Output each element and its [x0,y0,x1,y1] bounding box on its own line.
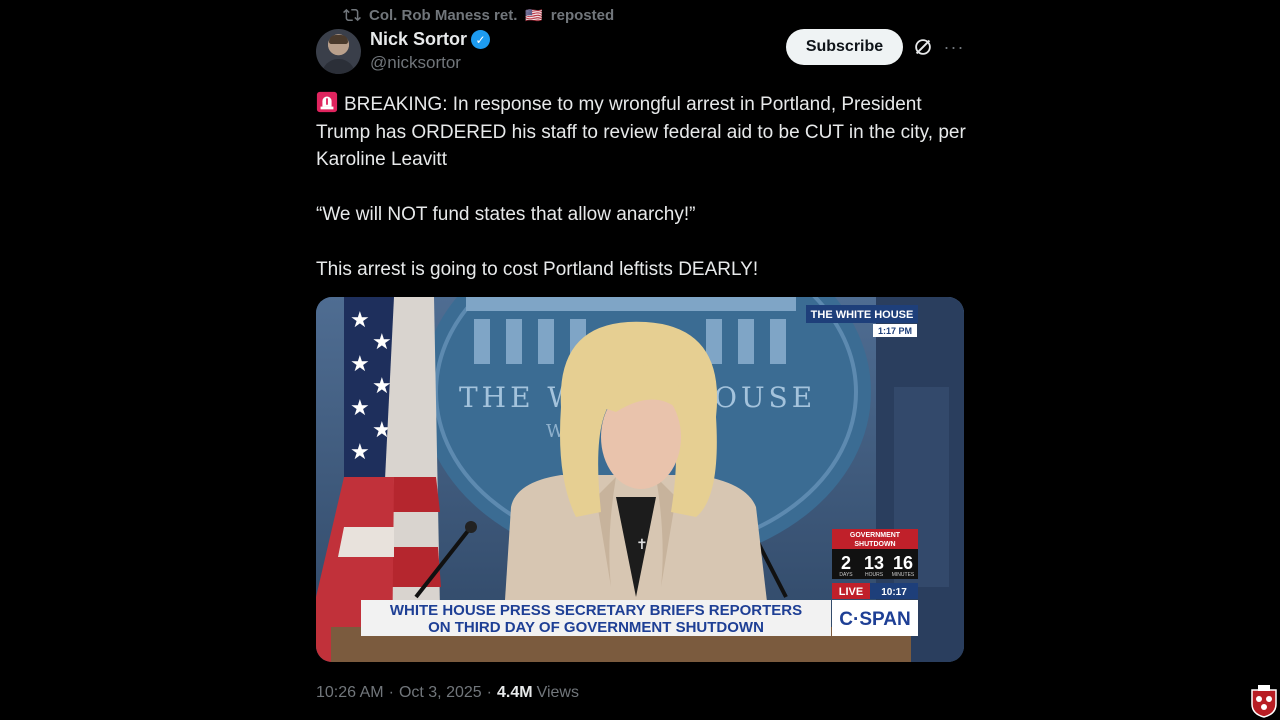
tweet-text: BREAKING: In response to my wrongful arr… [316,91,966,284]
avatar-shoulders [322,59,355,74]
reposter-name[interactable]: Col. Rob Maness ret. [369,7,517,24]
siren-emoji-icon [316,91,338,113]
views-count: 4.4M [496,684,533,701]
svg-text:✝: ✝ [636,537,648,553]
views-label: Views [536,684,579,701]
live-time: 10:17 [881,587,907,598]
countdown-days-unit: DAYS [839,572,853,578]
grok-icon[interactable] [912,36,934,58]
headline-line-2: ON THIRD DAY OF GOVERNMENT SHUTDOWN [428,619,764,636]
countdown-days: 2 [841,553,851,573]
tweet-meta: 10:26 AM · Oct 3, 2025 · 4.4M Views [316,682,579,704]
svg-text:★: ★ [350,440,370,465]
tweet-closing: This arrest is going to cost Portland le… [316,259,759,280]
live-badge: LIVE [839,586,863,598]
avatar[interactable] [316,29,361,74]
press-briefing-frame: THE WH OUSE W ★★★ ★★★ ★ ✝ THE WHITE HOUS… [316,297,964,662]
svg-text:★: ★ [350,352,370,377]
avatar-hair [329,35,348,44]
bug-time: 1:17 PM [878,326,912,336]
shutdown-label-2: SHUTDOWN [854,541,895,548]
network-bug: THE WHITE HOUSE [811,309,914,321]
post-date[interactable]: Oct 3, 2025 [399,684,482,702]
svg-text:★: ★ [372,374,392,399]
subscribe-button[interactable]: Subscribe [786,29,903,65]
svg-text:★: ★ [350,396,370,421]
channel-crest-icon [1251,685,1277,718]
author-handle[interactable]: @nicksortor [370,53,490,73]
countdown-hours-unit: HOURS [865,572,884,578]
svg-text:★: ★ [372,330,392,355]
post-time[interactable]: 10:26 AM [316,684,384,702]
countdown-minutes-unit: MINUTES [892,572,915,578]
repost-icon [343,8,361,22]
countdown-minutes: 16 [893,553,913,573]
cspan-logo: C·SPAN [839,609,910,630]
video-thumbnail[interactable]: THE WH OUSE W ★ ★ ★ ★ ★ ★ ★ ✝ THE WHITE … [316,297,964,662]
us-flag-emoji: 🇺🇸 [525,6,543,23]
repost-indicator[interactable]: Col. Rob Maness ret. 🇺🇸 reposted [343,5,614,25]
seal-text-right: OUSE [714,381,816,414]
verified-badge-icon[interactable]: ✓ [471,30,491,49]
separator-dot: · [486,684,492,701]
countdown-hours: 13 [864,553,884,573]
author-name[interactable]: Nick Sortor [370,29,467,50]
reposted-label: reposted [550,6,615,24]
tweet-quote: “We will NOT fund states that allow anar… [316,204,696,225]
more-options-icon[interactable]: ··· [944,36,964,58]
svg-text:★: ★ [350,308,370,333]
separator-dot: · [388,684,394,701]
author-block: Nick Sortor ✓ @nicksortor [370,29,491,73]
tweet-breaking-text: BREAKING: In response to my wrongful arr… [316,94,966,170]
shutdown-label-1: GOVERNMENT [850,532,901,539]
headline-line-1: WHITE HOUSE PRESS SECRETARY BRIEFS REPOR… [390,602,802,619]
